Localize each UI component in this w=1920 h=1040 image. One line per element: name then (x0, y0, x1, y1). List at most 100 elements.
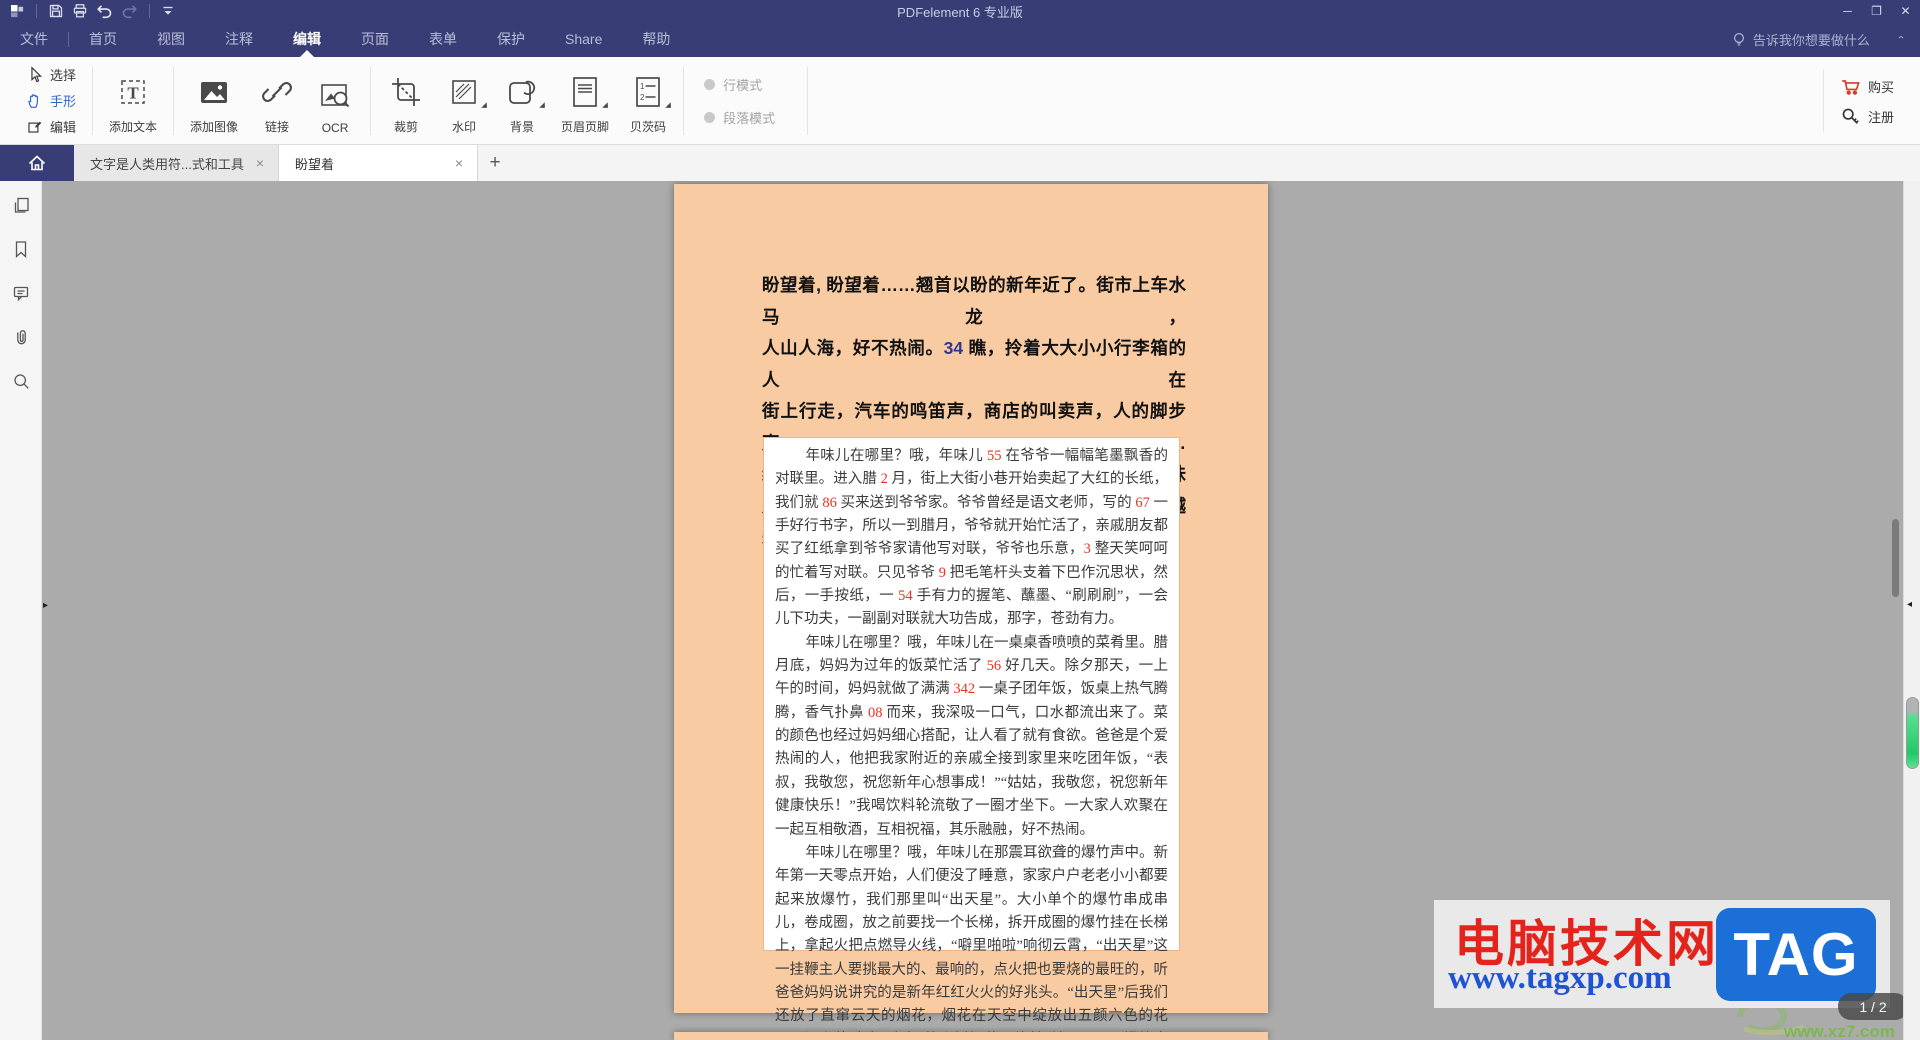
header-footer-icon (567, 72, 608, 112)
site-watermark-url: www.tagxp.com (1448, 960, 1672, 996)
menu-tab-file[interactable]: 文件 (0, 22, 68, 57)
link-icon (259, 72, 295, 112)
edit-pencil-icon (28, 121, 42, 133)
background-icon (504, 72, 545, 112)
line-mode-radio[interactable]: 行模式 (704, 75, 775, 94)
window-controls: ─ ❐ ✕ (1833, 0, 1920, 22)
intro-line: 人山人海，好不热闹。34 瞧，拎着大大小小行李箱的人在 (762, 338, 1186, 390)
lightbulb-icon (1733, 32, 1744, 46)
attachments-icon[interactable] (11, 327, 31, 347)
background-label: 背景 (510, 120, 535, 134)
quick-access-toolbar (0, 2, 176, 20)
window-title: PDFelement 6 专业版 (897, 4, 1023, 20)
tell-me-search[interactable]: 告诉我你想要做什么 (1731, 30, 1870, 49)
expand-right-panel-icon[interactable]: ◂ (1907, 599, 1912, 610)
link-button[interactable]: 链接 (248, 57, 306, 144)
restore-button[interactable]: ❐ (1862, 0, 1891, 22)
minimize-button[interactable]: ─ (1833, 0, 1862, 22)
document-scrollbar-thumb[interactable] (1892, 519, 1899, 597)
document-tab-2-label: 盼望着 (295, 156, 335, 172)
menu-tab-page[interactable]: 页面 (341, 22, 409, 57)
menu-tab-form[interactable]: 表单 (409, 22, 477, 57)
save-icon[interactable] (47, 2, 65, 20)
add-image-label: 添加图像 (190, 120, 239, 134)
page-thumbnails-icon[interactable] (11, 195, 31, 215)
divider (1822, 70, 1824, 132)
bates-number-icon: 12 (630, 72, 671, 112)
ocr-button[interactable]: OCR (306, 57, 364, 144)
menu-tab-comment[interactable]: 注释 (205, 22, 273, 57)
crop-button[interactable]: 裁剪 (377, 57, 435, 144)
ocr-label: OCR (321, 121, 349, 135)
edit-tool[interactable]: 编辑 (26, 116, 76, 138)
document-tab-1-label: 文字是人类用符...式和工具 (90, 156, 244, 172)
navigation-sidebar (0, 181, 42, 1040)
hand-tool[interactable]: 手形 (26, 90, 76, 112)
header-footer-button[interactable]: 页眉页脚 (551, 57, 619, 144)
menu-tab-protect[interactable]: 保护 (477, 22, 545, 57)
background-button[interactable]: 背景 (493, 57, 551, 144)
undo-icon[interactable] (95, 2, 114, 20)
cursor-icon (31, 66, 43, 83)
divider (370, 66, 372, 135)
paragraph-mode-radio[interactable]: 段落模式 (704, 108, 775, 127)
menu-tab-share[interactable]: Share (545, 22, 622, 57)
tag-logo: TAG (1716, 908, 1876, 1001)
menu-tab-help[interactable]: 帮助 (622, 22, 690, 57)
crop-label: 裁剪 (394, 120, 419, 134)
collapse-ribbon-icon[interactable]: ⌃ (1896, 34, 1906, 45)
close-tab-icon[interactable]: × (254, 155, 266, 171)
edit-tool-label: 编辑 (50, 120, 77, 135)
customize-toolbar-icon[interactable] (160, 3, 176, 19)
pdf-page-1[interactable]: 盼望着, 盼望着……翘首以盼的新年近了。街市上车水马龙， 人山人海，好不热闹。3… (674, 184, 1268, 1040)
page-indicator-badge: 1 / 2 (1838, 993, 1903, 1020)
menu-tab-home[interactable]: 首页 (69, 22, 137, 57)
dropdown-arrow-icon (539, 102, 545, 108)
comments-icon[interactable] (11, 283, 31, 303)
menu-tab-view[interactable]: 视图 (137, 22, 205, 57)
cart-icon (1842, 80, 1860, 95)
radio-icon (704, 111, 716, 123)
document-tab-strip: 文字是人类用符...式和工具 × 盼望着 × + (0, 145, 1920, 181)
home-button[interactable] (0, 145, 74, 181)
right-scroll-rail[interactable]: ◂ (1903, 181, 1920, 1040)
bookmarks-icon[interactable] (11, 239, 31, 259)
add-image-icon (196, 72, 232, 112)
add-text-button[interactable]: T 添加文本 (99, 57, 167, 144)
app-window: PDFelement 6 专业版 ─ ❐ ✕ 文件 首页 视图 注释 编辑 页面… (0, 0, 1920, 1040)
new-tab-button[interactable]: + (478, 145, 513, 181)
radio-icon (704, 78, 716, 90)
divider (683, 66, 685, 135)
close-button[interactable]: ✕ (1891, 0, 1920, 22)
search-icon[interactable] (11, 371, 31, 391)
close-tab-icon[interactable]: × (453, 155, 465, 171)
dropdown-arrow-icon (602, 102, 608, 108)
divider (149, 4, 150, 18)
bates-number-button[interactable]: 12 贝茨码 (619, 57, 677, 144)
svg-text:1: 1 (640, 82, 645, 91)
body-text-box[interactable]: 年味儿在哪里？哦，年味儿 55 在爷爷一幅幅笔墨飘香的对联里。进入腊 2 月，街… (763, 437, 1180, 1040)
watermark-button[interactable]: 水印 (435, 57, 493, 144)
dropdown-arrow-icon (481, 102, 487, 108)
document-canvas[interactable]: 盼望着, 盼望着……翘首以盼的新年近了。街市上车水马龙， 人山人海，好不热闹。3… (42, 181, 1903, 1040)
home-icon (28, 155, 46, 171)
expand-left-panel-icon[interactable]: ▸ (43, 600, 48, 611)
tab-strip-empty (512, 145, 1920, 181)
print-icon[interactable] (71, 2, 89, 20)
divider (807, 66, 809, 135)
divider (36, 4, 37, 18)
tell-me-label: 告诉我你想要做什么 (1752, 33, 1870, 48)
add-image-button[interactable]: 添加图像 (180, 57, 248, 144)
select-tool[interactable]: 选择 (26, 64, 76, 86)
watermark-icon (446, 72, 487, 112)
register-label: 注册 (1867, 109, 1894, 125)
menu-tab-edit[interactable]: 编辑 (273, 22, 341, 57)
title-bar: PDFelement 6 专业版 ─ ❐ ✕ (0, 0, 1920, 22)
scroll-progress-pill[interactable] (1906, 697, 1919, 769)
document-tab-2[interactable]: 盼望着 × (279, 145, 479, 181)
intro-line: 盼望着, 盼望着……翘首以盼的新年近了。街市上车水马龙， (762, 275, 1186, 327)
register-button[interactable]: 注册 (1840, 106, 1894, 126)
buy-button[interactable]: 购买 (1840, 76, 1894, 96)
document-tab-1[interactable]: 文字是人类用符...式和工具 × (74, 145, 280, 181)
app-logo-icon (8, 2, 26, 20)
